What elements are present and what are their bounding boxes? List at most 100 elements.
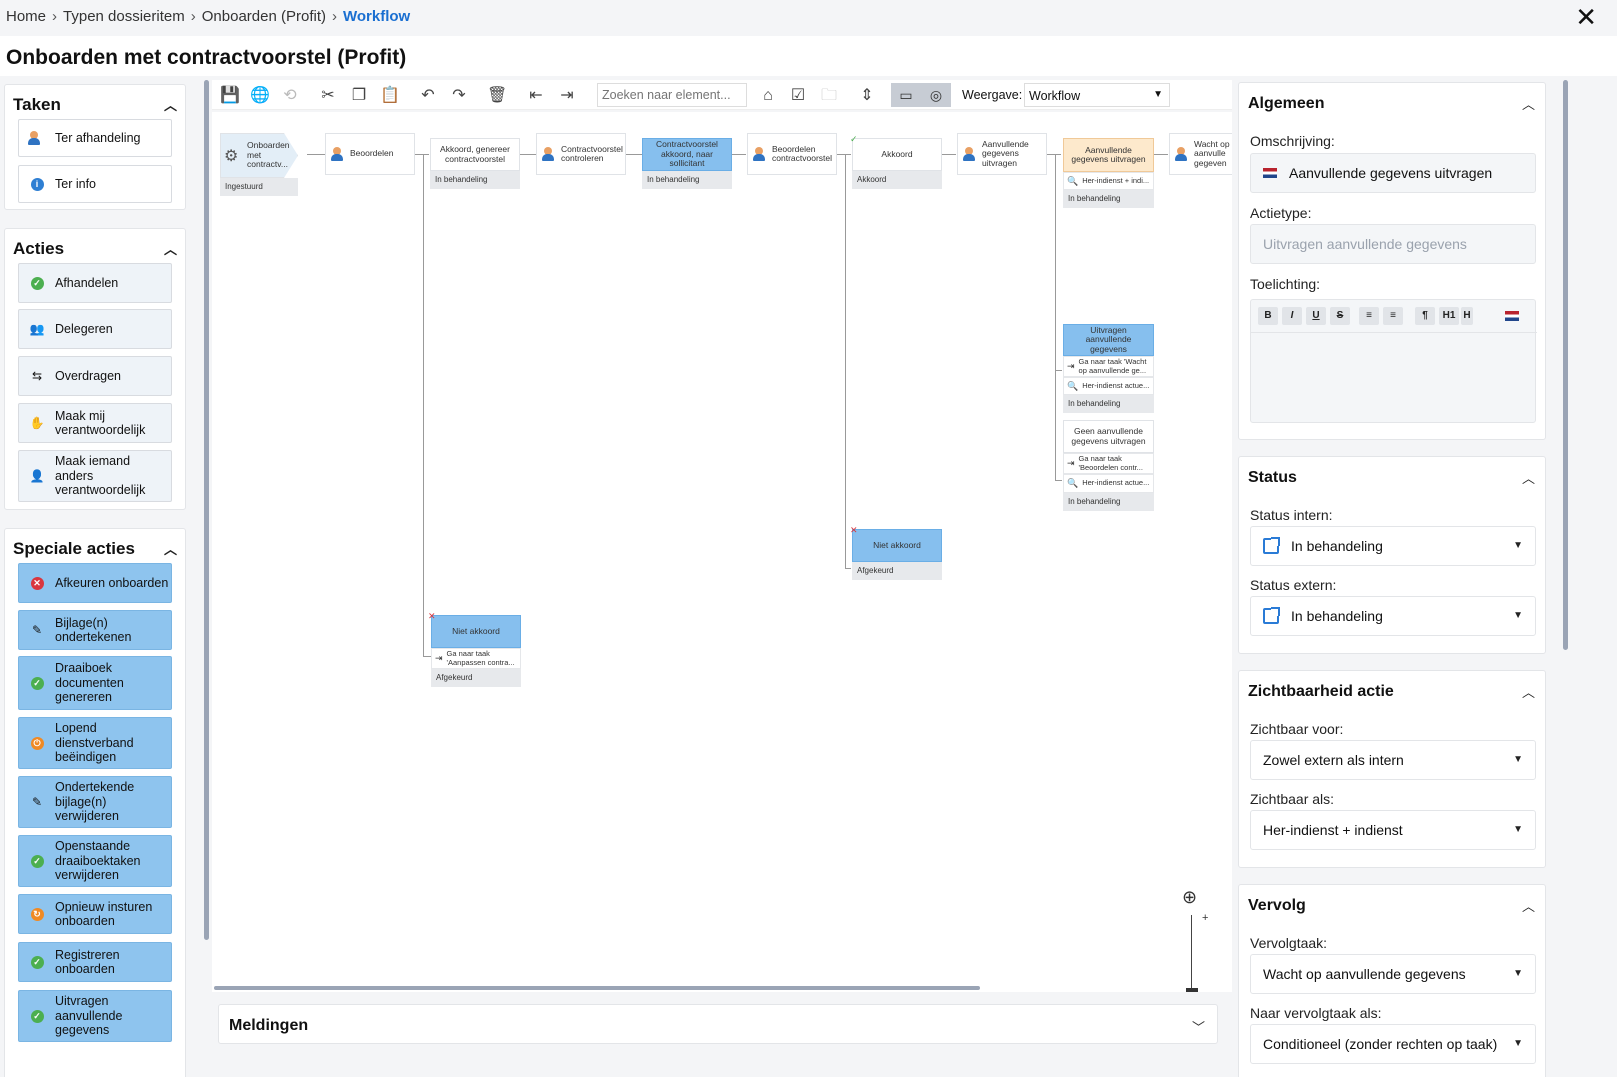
- chevron-up-icon[interactable]: ︿: [164, 95, 177, 114]
- cut-icon[interactable]: ✂: [318, 86, 338, 106]
- workflow-node-beoordelen[interactable]: Beoordelen: [325, 133, 415, 175]
- workflow-canvas[interactable]: Onboarden met contractv... ⚙ Ingestuurd …: [212, 112, 1232, 992]
- vervolgtaak-select[interactable]: Wacht op aanvullende gegevens ▼: [1250, 954, 1536, 994]
- breadcrumb-home[interactable]: Home: [6, 8, 46, 25]
- strikethrough-button[interactable]: S: [1330, 307, 1350, 325]
- acties-header[interactable]: Acties ︿: [5, 229, 185, 261]
- paragraph-button[interactable]: ¶: [1415, 307, 1435, 325]
- history-icon[interactable]: ⟲: [280, 86, 300, 106]
- copy-icon[interactable]: ❐: [349, 86, 369, 106]
- node-row[interactable]: 🔍 Her-indienst + indi...: [1063, 172, 1154, 190]
- chevron-up-icon[interactable]: ︿: [1522, 682, 1535, 701]
- left-scrollbar[interactable]: [204, 80, 209, 940]
- action-afhandelen[interactable]: ✓ Afhandelen: [18, 263, 172, 303]
- workflow-node-wacht-op[interactable]: Wacht op aanvulle gegeven: [1169, 133, 1232, 175]
- vervolg-title[interactable]: Vervolg: [1248, 897, 1306, 915]
- chevron-up-icon[interactable]: ︿: [1522, 468, 1535, 487]
- bullet-list-button[interactable]: ≡: [1359, 307, 1379, 325]
- chevron-up-icon[interactable]: ︿: [164, 239, 177, 258]
- view-select[interactable]: Workflow ▼: [1024, 83, 1170, 107]
- node-row[interactable]: 🔍 Her-indienst actue...: [1063, 474, 1154, 493]
- task-ter-info[interactable]: i Ter info: [18, 165, 172, 203]
- action-maak-iemand-anders-verantwoordelijk[interactable]: 👤 Maak iemand anders verantwoordelijk: [18, 450, 172, 502]
- canvas-horizontal-scrollbar[interactable]: [214, 986, 980, 990]
- workflow-node-contractvoorstel-akkoord[interactable]: Contractvoorstel akkoord, naar sollicita…: [642, 138, 732, 171]
- workflow-node-beoordelen-contractvoorstel[interactable]: Beoordelen contractvoorstel: [747, 133, 837, 175]
- action-overdragen[interactable]: ⇆ Overdragen: [18, 356, 172, 396]
- node-row[interactable]: ⇥ Ga naar taak 'Wacht op aanvullende ge..…: [1063, 356, 1154, 377]
- workflow-node-aanvullende-gegevens-taak[interactable]: Aanvullende gegevens uitvragen: [957, 133, 1047, 175]
- status-title[interactable]: Status: [1248, 469, 1297, 487]
- zichtbaarheid-title[interactable]: Zichtbaarheid actie: [1248, 683, 1394, 701]
- omschrijving-field[interactable]: Aanvullende gegevens uitvragen: [1250, 153, 1536, 193]
- right-scrollbar[interactable]: [1563, 80, 1568, 650]
- special-ondertekende-bijlagen-verwijderen[interactable]: ✎ Ondertekende bijlage(n) verwijderen: [18, 776, 172, 828]
- special-draaiboek-documenten-genereren[interactable]: ✓ Draaiboek documenten genereren: [18, 656, 172, 710]
- external-link-icon[interactable]: [1263, 607, 1280, 624]
- workflow-node-akkoord[interactable]: Akkoord: [852, 138, 942, 171]
- chevron-up-icon[interactable]: ︿: [1522, 94, 1535, 113]
- special-opnieuw-insturen-onboarden[interactable]: ↻ Opnieuw insturen onboarden: [18, 894, 172, 934]
- toelichting-editor[interactable]: B I U S ≡ ≡ ¶ H1 H: [1250, 299, 1537, 423]
- element-search-input[interactable]: [597, 83, 747, 107]
- action-delegeren[interactable]: 👥 Delegeren: [18, 309, 172, 349]
- naar-vervolgtaak-select[interactable]: Conditioneel (zonder rechten op taak) ▼: [1250, 1024, 1536, 1064]
- status-intern-select[interactable]: In behandeling ▼: [1250, 526, 1536, 566]
- redo-icon[interactable]: ↷: [449, 86, 469, 106]
- heading-button[interactable]: H: [1461, 307, 1473, 325]
- focus-toggle-icon[interactable]: ◎: [921, 83, 951, 107]
- dutch-flag-icon[interactable]: [1505, 311, 1519, 321]
- chevron-up-icon[interactable]: ︿: [164, 539, 177, 558]
- special-openstaande-draaiboektaken-verwijderen[interactable]: ✓ Openstaande draaiboektaken verwijderen: [18, 835, 172, 887]
- workflow-node-niet-akkoord-1[interactable]: Niet akkoord: [431, 615, 521, 648]
- zichtbaar-als-select[interactable]: Her-indienst + indienst ▼: [1250, 810, 1536, 850]
- meldingen-panel[interactable]: Meldingen ﹀: [218, 1004, 1218, 1044]
- zichtbaar-voor-select[interactable]: Zowel extern als intern ▼: [1250, 740, 1536, 780]
- expand-collapse-icon[interactable]: ⇕: [857, 86, 877, 106]
- special-afkeuren-onboarden[interactable]: ✕ Afkeuren onboarden: [18, 563, 172, 603]
- special-registreren-onboarden[interactable]: ✓ Registreren onboarden: [18, 942, 172, 982]
- home-icon[interactable]: ⌂: [758, 86, 778, 106]
- zoom-slider-track[interactable]: [1191, 915, 1192, 992]
- special-bijlagen-ondertekenen[interactable]: ✎ Bijlage(n) ondertekenen: [18, 610, 172, 650]
- italic-button[interactable]: I: [1282, 307, 1302, 325]
- actietype-field[interactable]: Uitvragen aanvullende gegevens: [1250, 224, 1536, 264]
- save-icon[interactable]: 💾: [220, 86, 240, 106]
- paste-icon[interactable]: 📋: [380, 86, 400, 106]
- zoom-slider-handle[interactable]: [1186, 988, 1198, 992]
- bold-button[interactable]: B: [1258, 307, 1278, 325]
- globe-save-icon[interactable]: 🌐: [250, 86, 270, 106]
- status-extern-select[interactable]: In behandeling ▼: [1250, 596, 1536, 636]
- workflow-node-niet-akkoord-2[interactable]: Niet akkoord: [852, 529, 942, 562]
- validate-icon[interactable]: ☑: [788, 86, 808, 106]
- chevron-up-icon[interactable]: ︿: [1522, 896, 1535, 915]
- breadcrumb-onboarden[interactable]: Onboarden (Profit): [202, 8, 326, 25]
- special-lopend-dienstverband-beeindigen[interactable]: ⏻ Lopend dienstverband beëindigen: [18, 717, 172, 769]
- add-node-left-icon[interactable]: ⇤: [526, 86, 546, 106]
- heading1-button[interactable]: H1: [1439, 307, 1459, 325]
- workflow-node-contractvoorstel-controleren[interactable]: Contractvoorstel controleren: [536, 133, 626, 175]
- delete-icon[interactable]: 🗑: [487, 86, 507, 106]
- underline-button[interactable]: U: [1306, 307, 1326, 325]
- zoom-plus-icon[interactable]: +: [1202, 912, 1208, 924]
- node-row[interactable]: ⇥ Ga naar taak 'Beoordelen contr...: [1063, 453, 1154, 474]
- workflow-node-aanvullende-gegevens-uitvragen[interactable]: Aanvullende gegevens uitvragen: [1063, 138, 1154, 172]
- special-uitvragen-aanvullende-gegevens[interactable]: ✓ Uitvragen aanvullende gegevens: [18, 990, 172, 1042]
- close-icon[interactable]: ✕: [1575, 4, 1597, 30]
- task-ter-afhandeling[interactable]: Ter afhandeling: [18, 119, 172, 157]
- speciale-acties-header[interactable]: Speciale acties ︿: [5, 529, 185, 561]
- folder-icon[interactable]: 🗀: [819, 86, 839, 106]
- numbered-list-button[interactable]: ≡: [1383, 307, 1403, 325]
- node-row[interactable]: 🔍 Her-indienst actue...: [1063, 377, 1154, 395]
- undo-icon[interactable]: ↶: [418, 86, 438, 106]
- algemeen-title[interactable]: Algemeen: [1248, 95, 1324, 113]
- workflow-node-uitvragen-aanvullende[interactable]: Uitvragen aanvullende gegevens: [1063, 324, 1154, 356]
- workflow-node-geen-aanvullende[interactable]: Geen aanvullende gegevens uitvragen: [1063, 420, 1154, 453]
- external-link-icon[interactable]: [1263, 537, 1280, 554]
- breadcrumb-typen-dossieritem[interactable]: Typen dossieritem: [63, 8, 185, 25]
- chevron-down-icon[interactable]: ﹀: [1192, 1017, 1205, 1036]
- add-node-right-icon[interactable]: ⇥: [557, 86, 577, 106]
- label-toggle-icon[interactable]: ▭: [891, 83, 921, 107]
- workflow-node-akkoord-genereer[interactable]: Akkoord, genereer contractvoorstel: [430, 138, 520, 171]
- zoom-in-icon[interactable]: ⊕: [1182, 887, 1197, 908]
